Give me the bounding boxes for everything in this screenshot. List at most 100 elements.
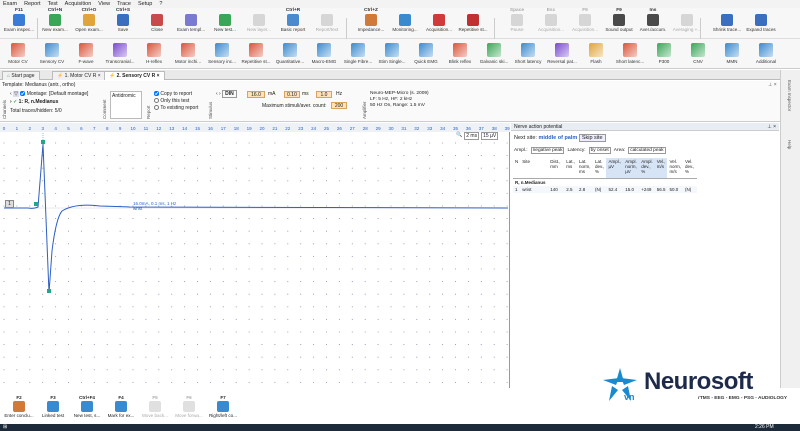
results-column-header[interactable]: Vel., m/s xyxy=(654,158,668,179)
toolbar-button[interactable]: Monitoring... xyxy=(388,8,422,38)
next-site-value[interactable]: middle of palm xyxy=(538,135,577,141)
menu-item[interactable]: Setup xyxy=(138,1,152,7)
results-column-header[interactable]: Ampl. norm, µV xyxy=(623,158,640,179)
stim-frequency-input[interactable]: 1.0 xyxy=(316,91,332,98)
results-column-header[interactable]: Vel. dev., % xyxy=(682,158,697,179)
results-column-header[interactable]: N xyxy=(513,158,521,179)
function-key-button[interactable]: F3 Linked test xyxy=(37,395,69,418)
copy-to-report-checkbox[interactable] xyxy=(154,91,159,97)
test-type-button[interactable]: Additional xyxy=(750,39,782,67)
stim-mode-select[interactable]: DIN xyxy=(222,90,237,98)
expand-chevron-icon[interactable]: › xyxy=(10,99,12,105)
test-type-button[interactable]: Single Fibre... xyxy=(342,39,374,67)
test-type-button[interactable]: Macro-EMG xyxy=(308,39,340,67)
toolbar-button[interactable]: Report/text xyxy=(310,8,344,38)
toolbar-button[interactable]: Ctrl+N New exam... xyxy=(38,8,72,38)
ampl-select[interactable]: negative peak xyxy=(530,147,565,154)
toolbar-button[interactable]: Expand traces xyxy=(744,8,778,38)
test-type-button[interactable]: Galvanic ski... xyxy=(478,39,510,67)
function-key-button[interactable]: F5 Move back... xyxy=(139,395,171,418)
menu-item[interactable]: ? xyxy=(159,1,162,7)
tab-motor-cv[interactable]: ⚡ 1. Motor CV R × xyxy=(52,71,106,80)
test-type-button[interactable]: H-reflex xyxy=(138,39,170,67)
toolbar-button[interactable]: Repetitive st... xyxy=(456,8,490,38)
results-column-header[interactable]: Lat. dev., % xyxy=(593,158,607,179)
toolbar-button[interactable]: Ctrl+R Basic report xyxy=(276,8,310,38)
menu-item[interactable]: Report xyxy=(24,1,41,7)
toolbar-button[interactable]: F9 Sound output xyxy=(602,8,636,38)
results-column-header[interactable]: Lat. norm, ms xyxy=(577,158,594,179)
sidebar-tab-help[interactable]: Help xyxy=(787,140,792,149)
results-column-header[interactable]: Ampl., µV xyxy=(606,158,624,179)
test-type-button[interactable]: Stim Single... xyxy=(376,39,408,67)
results-column-header[interactable]: Lat., ms xyxy=(564,158,578,179)
menu-item[interactable]: Acquisition xyxy=(65,1,92,7)
menu-item[interactable]: Exam xyxy=(3,1,17,7)
test-type-button[interactable]: Motor inchi... xyxy=(172,39,204,67)
toolbar-button[interactable]: Ins Aver./accum. xyxy=(636,8,670,38)
copy-to-report-option[interactable]: Copy to report xyxy=(154,91,198,98)
menu-item[interactable]: View xyxy=(98,1,110,7)
toolbar-button[interactable]: New test... xyxy=(208,8,242,38)
trace-display-area[interactable]: 0 1 2 3 4 5 6 7 8 9 10 11 12 13 14 15 16 17 18 19 20 21 22 23 24… xyxy=(0,123,510,388)
tab-start-page[interactable]: ⌂ Start page xyxy=(2,71,40,80)
only-this-test-checkbox[interactable] xyxy=(154,98,159,104)
function-key-button[interactable]: Ctrl+F4 New test, s... xyxy=(71,395,103,418)
toolbar-button[interactable]: Esc Acquisition... xyxy=(534,8,568,38)
toolbar-button[interactable]: F9 Acquisition... xyxy=(568,8,602,38)
zoom-icon[interactable]: 🔍 xyxy=(456,132,462,140)
windows-start-icon[interactable]: ⊞ xyxy=(3,424,7,430)
results-column-header[interactable]: Vel. norm, m/s xyxy=(667,158,683,179)
latency-select[interactable]: by onset xyxy=(588,147,611,154)
test-type-button[interactable]: Sensory inc... xyxy=(206,39,238,67)
area-select[interactable]: calculated peak xyxy=(628,147,666,154)
channel-nerve-row[interactable]: › ✓ 1: R, n.Medianus xyxy=(10,99,58,105)
results-panel-pin-icon[interactable]: ⊥ × xyxy=(767,123,776,131)
only-this-test-option[interactable]: Only this test xyxy=(154,98,198,105)
test-type-button[interactable]: Short latency xyxy=(512,39,544,67)
stim-prev-icon[interactable]: ‹ › xyxy=(216,91,221,97)
toolbar-button[interactable]: Ctrl+Z Impedance... xyxy=(354,8,388,38)
toolbar-button[interactable]: New layer... xyxy=(242,8,276,38)
channel-filter-icon[interactable]: ▽ xyxy=(13,91,19,97)
toolbar-button[interactable]: Close xyxy=(140,8,174,38)
test-type-button[interactable]: Transcranial... xyxy=(104,39,136,67)
sensitivity-select[interactable]: 15 µV xyxy=(481,132,499,140)
test-type-button[interactable]: Flash xyxy=(580,39,612,67)
sweep-select[interactable]: 2 ms xyxy=(464,132,480,140)
results-column-header[interactable]: Dist., mm xyxy=(548,158,565,179)
stim-duration-input[interactable]: 0.10 xyxy=(284,91,300,98)
function-key-button[interactable]: F6 Move forwa... xyxy=(173,395,205,418)
toolbar-button[interactable]: F11 Exam inspec... xyxy=(2,8,36,38)
test-type-button[interactable]: Blink reflex xyxy=(444,39,476,67)
table-row[interactable]: 1 wrist 140 2.5 2.8 (N) 52.4 15.0 +249 56.5 50.0 (N… xyxy=(513,185,697,193)
toolbar-button[interactable]: Averaging +... xyxy=(670,8,704,38)
tab-sensory-cv[interactable]: ⚡ 2. Sensory CV R × xyxy=(104,71,165,80)
menu-item[interactable]: Test xyxy=(48,1,58,7)
toolbar-button[interactable]: Shrink trace... xyxy=(710,8,744,38)
test-type-button[interactable]: CNV xyxy=(682,39,714,67)
to-existing-report-checkbox[interactable] xyxy=(154,105,159,111)
close-tab-icon[interactable]: × xyxy=(157,73,160,79)
function-key-button[interactable]: F2 Enter conclu... xyxy=(3,395,35,418)
trace-number-badge[interactable]: 1 xyxy=(5,200,14,208)
test-type-button[interactable]: Sensory CV xyxy=(36,39,68,67)
test-type-button[interactable]: Quantitative... xyxy=(274,39,306,67)
test-type-button[interactable]: Motor CV xyxy=(2,39,34,67)
menu-item[interactable]: Trace xyxy=(117,1,131,7)
toolbar-button[interactable]: Ctrl+S Save xyxy=(106,8,140,38)
max-stimuli-input[interactable]: 200 xyxy=(331,102,347,109)
test-type-button[interactable]: Short latenc... xyxy=(614,39,646,67)
test-type-button[interactable]: P300 xyxy=(648,39,680,67)
toolbar-button[interactable]: Ctrl+O Open exam... xyxy=(72,8,106,38)
test-type-button[interactable]: F-wave xyxy=(70,39,102,67)
test-type-button[interactable]: Quick EMG xyxy=(410,39,442,67)
test-type-button[interactable]: MMN xyxy=(716,39,748,67)
toolbar-button[interactable]: Space Pause xyxy=(500,8,534,38)
toolbar-button[interactable]: Exam templ... xyxy=(174,8,208,38)
montage-checkbox[interactable] xyxy=(20,91,26,97)
test-type-button[interactable]: Repetitive st... xyxy=(240,39,272,67)
stim-current-input[interactable]: 16.0 xyxy=(247,91,265,98)
test-type-button[interactable]: Reversal pat... xyxy=(546,39,578,67)
to-existing-report-option[interactable]: To existing report xyxy=(154,105,198,112)
